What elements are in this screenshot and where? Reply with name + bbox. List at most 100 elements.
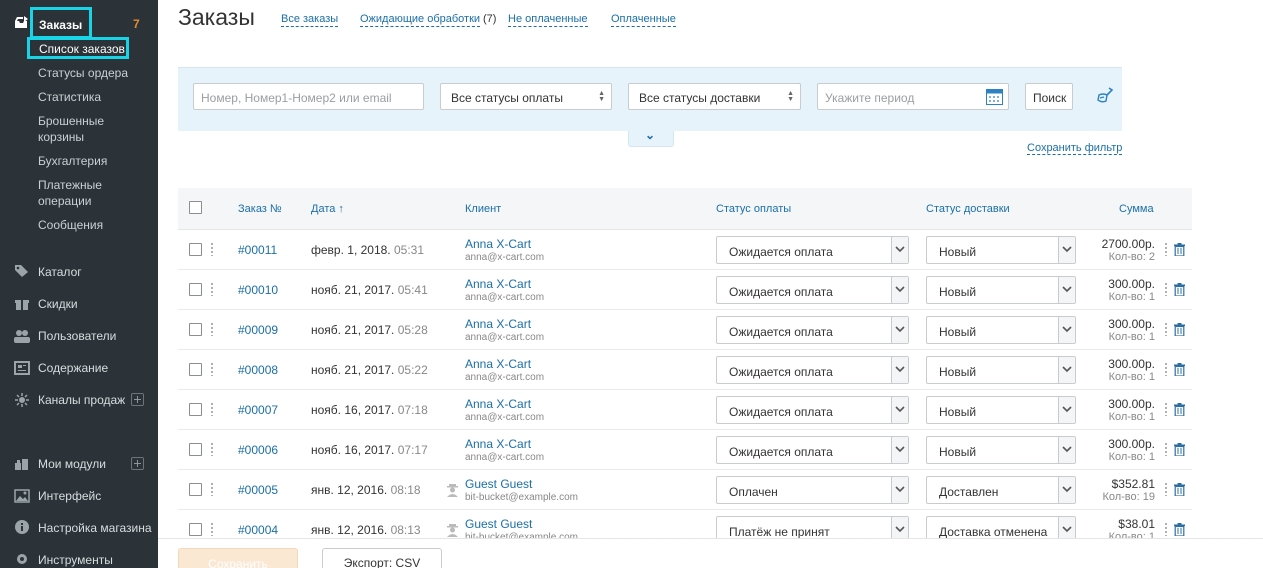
row-checkbox[interactable]	[189, 363, 202, 376]
save-filter-link[interactable]: Сохранить фильтр	[1027, 142, 1123, 155]
trash-icon[interactable]	[1174, 403, 1185, 416]
expand-modules-icon[interactable]	[131, 457, 144, 470]
customer-name-link[interactable]: Anna X-Cart	[465, 277, 531, 291]
sidebar-item-my-modules[interactable]: Мои модули	[38, 457, 106, 471]
column-shipping-status[interactable]: Статус доставки	[926, 203, 1010, 215]
payment-status-dropdown[interactable]: Ожидается оплата	[716, 236, 909, 264]
trash-icon[interactable]	[1174, 283, 1185, 296]
customer-name-link[interactable]: Guest Guest	[465, 477, 532, 491]
row-checkbox[interactable]	[189, 283, 202, 296]
calendar-icon[interactable]	[986, 88, 1003, 105]
save-button[interactable]: Сохранить	[178, 548, 298, 568]
period-input[interactable]: Укажите период	[817, 83, 1009, 110]
order-number-link[interactable]: #00008	[238, 363, 278, 377]
sidebar-item-tools[interactable]: Инструменты	[38, 553, 113, 567]
row-drag-handle-icon[interactable]	[211, 522, 213, 536]
sidebar-item-messages[interactable]: Сообщения	[38, 217, 148, 233]
row-checkbox[interactable]	[189, 523, 202, 536]
shipping-status-dropdown[interactable]: Новый	[926, 236, 1076, 264]
row-drag-handle-icon[interactable]	[211, 402, 213, 416]
row-drag-handle-icon[interactable]	[211, 322, 213, 336]
shipping-status-dropdown[interactable]: Новый	[926, 356, 1076, 384]
payment-status-dropdown[interactable]: Ожидается оплата	[716, 396, 909, 424]
row-drag-handle-icon[interactable]	[211, 282, 213, 296]
order-number-link[interactable]: #00007	[238, 403, 278, 417]
sidebar-item-content[interactable]: Содержание	[38, 361, 108, 375]
row-checkbox[interactable]	[189, 443, 202, 456]
customer-name-link[interactable]: Anna X-Cart	[465, 317, 531, 331]
tab-unpaid[interactable]: Не оплаченные	[508, 13, 588, 27]
payment-status-dropdown[interactable]: Платёж не принят	[716, 516, 909, 538]
order-number-link[interactable]: #00006	[238, 443, 278, 457]
payment-status-dropdown[interactable]: Ожидается оплата	[716, 316, 909, 344]
row-menu-icon[interactable]	[1165, 242, 1167, 256]
customer-name-link[interactable]: Anna X-Cart	[465, 397, 531, 411]
sidebar-item-sales-channels[interactable]: Каналы продаж	[38, 393, 125, 407]
row-checkbox[interactable]	[189, 323, 202, 336]
sidebar-item-orders[interactable]: Заказы	[30, 7, 92, 39]
row-menu-icon[interactable]	[1165, 402, 1167, 416]
row-checkbox[interactable]	[189, 403, 202, 416]
sidebar-item-payment-transactions[interactable]: Платежные операции	[38, 177, 118, 209]
order-number-link[interactable]: #00009	[238, 323, 278, 337]
payment-status-dropdown[interactable]: Ожидается оплата	[716, 276, 909, 304]
customer-name-link[interactable]: Guest Guest	[465, 517, 532, 531]
shipping-status-select[interactable]: Все статусы доставки ▲ ▼	[628, 83, 801, 110]
column-customer[interactable]: Клиент	[465, 203, 501, 215]
sidebar-item-discounts[interactable]: Скидки	[38, 297, 78, 311]
order-number-link[interactable]: #00010	[238, 283, 278, 297]
sidebar-item-order-list[interactable]: Список заказов	[27, 37, 129, 59]
payment-status-select[interactable]: Все статусы оплаты ▲ ▼	[440, 83, 612, 110]
column-sum[interactable]: Сумма	[1119, 203, 1154, 215]
row-menu-icon[interactable]	[1165, 322, 1167, 336]
sidebar-item-store-setup[interactable]: Настройка магазина	[38, 521, 152, 535]
export-csv-button[interactable]: Экспорт: CSV	[322, 548, 442, 568]
customer-name-link[interactable]: Anna X-Cart	[465, 237, 531, 251]
row-menu-icon[interactable]	[1165, 362, 1167, 376]
sidebar-item-catalog[interactable]: Каталог	[38, 265, 82, 279]
tab-pending-orders[interactable]: Ожидающие обработки	[360, 13, 481, 27]
column-payment-status[interactable]: Статус оплаты	[716, 203, 791, 215]
clear-filter-icon[interactable]	[1095, 86, 1115, 106]
row-drag-handle-icon[interactable]	[211, 482, 213, 496]
sidebar-item-users[interactable]: Пользователи	[38, 329, 116, 343]
shipping-status-dropdown[interactable]: Новый	[926, 276, 1076, 304]
trash-icon[interactable]	[1174, 243, 1185, 256]
search-button[interactable]: Поиск	[1025, 83, 1073, 110]
row-checkbox[interactable]	[189, 483, 202, 496]
shipping-status-dropdown[interactable]: Новый	[926, 436, 1076, 464]
row-drag-handle-icon[interactable]	[211, 362, 213, 376]
sidebar-item-statistics[interactable]: Статистика	[38, 89, 148, 105]
sidebar-item-abandoned-carts[interactable]: Брошенные корзины	[38, 113, 118, 145]
row-menu-icon[interactable]	[1165, 282, 1167, 296]
payment-status-dropdown[interactable]: Оплачен	[716, 476, 909, 504]
trash-icon[interactable]	[1174, 523, 1185, 536]
shipping-status-dropdown[interactable]: Новый	[926, 396, 1076, 424]
payment-status-dropdown[interactable]: Ожидается оплата	[716, 436, 909, 464]
trash-icon[interactable]	[1174, 443, 1185, 456]
sidebar-item-order-statuses[interactable]: Статусы ордера	[38, 65, 148, 81]
trash-icon[interactable]	[1174, 363, 1185, 376]
row-drag-handle-icon[interactable]	[211, 442, 213, 456]
shipping-status-dropdown[interactable]: Доставка отменена	[926, 516, 1076, 538]
order-number-link[interactable]: #00004	[238, 523, 278, 537]
row-menu-icon[interactable]	[1165, 482, 1167, 496]
customer-name-link[interactable]: Anna X-Cart	[465, 437, 531, 451]
trash-icon[interactable]	[1174, 323, 1185, 336]
column-order-number[interactable]: Заказ №	[238, 203, 282, 215]
row-menu-icon[interactable]	[1165, 522, 1167, 536]
trash-icon[interactable]	[1174, 483, 1185, 496]
order-search-input[interactable]: Номер, Номер1-Номер2 или email	[193, 83, 424, 110]
sidebar-item-interface[interactable]: Интерфейс	[38, 489, 101, 503]
order-number-link[interactable]: #00005	[238, 483, 278, 497]
tab-paid[interactable]: Оплаченные	[611, 13, 676, 27]
shipping-status-dropdown[interactable]: Доставлен	[926, 476, 1076, 504]
select-all-checkbox[interactable]	[189, 201, 202, 214]
payment-status-dropdown[interactable]: Ожидается оплата	[716, 356, 909, 384]
row-menu-icon[interactable]	[1165, 442, 1167, 456]
expand-sales-channels-icon[interactable]	[131, 393, 144, 406]
row-checkbox[interactable]	[189, 243, 202, 256]
shipping-status-dropdown[interactable]: Новый	[926, 316, 1076, 344]
filter-expand-toggle[interactable]: ⌄	[628, 128, 674, 147]
customer-name-link[interactable]: Anna X-Cart	[465, 357, 531, 371]
